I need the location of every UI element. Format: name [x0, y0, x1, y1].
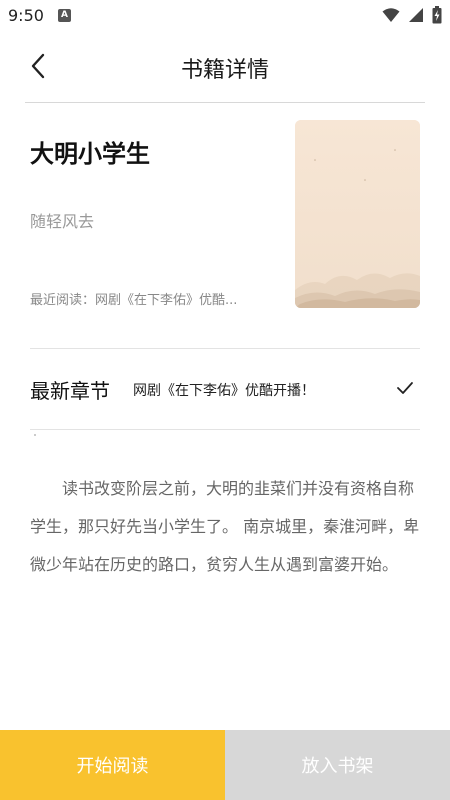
start-reading-button[interactable]: 开始阅读 — [0, 730, 225, 800]
app-bar: 书籍详情 — [0, 32, 450, 102]
book-description: 读书改变阶层之前，大明的韭菜们并没有资格自称学生，那只好先当小学生了。 南京城里… — [30, 479, 420, 574]
status-time: 9:50 — [8, 6, 44, 25]
checkmark-icon — [397, 382, 413, 394]
book-author: 随轻风去 — [30, 212, 95, 231]
add-to-shelf-button[interactable]: 放入书架 — [225, 730, 450, 800]
section-divider — [30, 429, 420, 430]
latest-chapter-title: 网剧《在下李佑》优酷开播！ — [133, 383, 315, 399]
status-icons — [382, 6, 442, 24]
recent-read-text[interactable]: 最近阅读：网剧《在下李佑》优酷... — [30, 289, 270, 308]
wifi-icon — [382, 8, 400, 22]
latest-chapter-label: 最新章节 — [30, 379, 110, 403]
page-title: 书籍详情 — [180, 58, 269, 83]
notification-badge-icon: A — [58, 9, 71, 22]
app-bar-divider — [25, 102, 425, 103]
signal-icon — [409, 8, 423, 22]
status-bar: 9:50 A — [0, 0, 450, 32]
book-title: 大明小学生 — [30, 140, 150, 168]
latest-chapter-row[interactable]: 最新章节 网剧《在下李佑》优酷开播！ — [30, 349, 420, 429]
decorative-dot — [34, 434, 36, 436]
book-cover-image — [295, 120, 420, 308]
battery-charging-icon — [432, 6, 442, 24]
